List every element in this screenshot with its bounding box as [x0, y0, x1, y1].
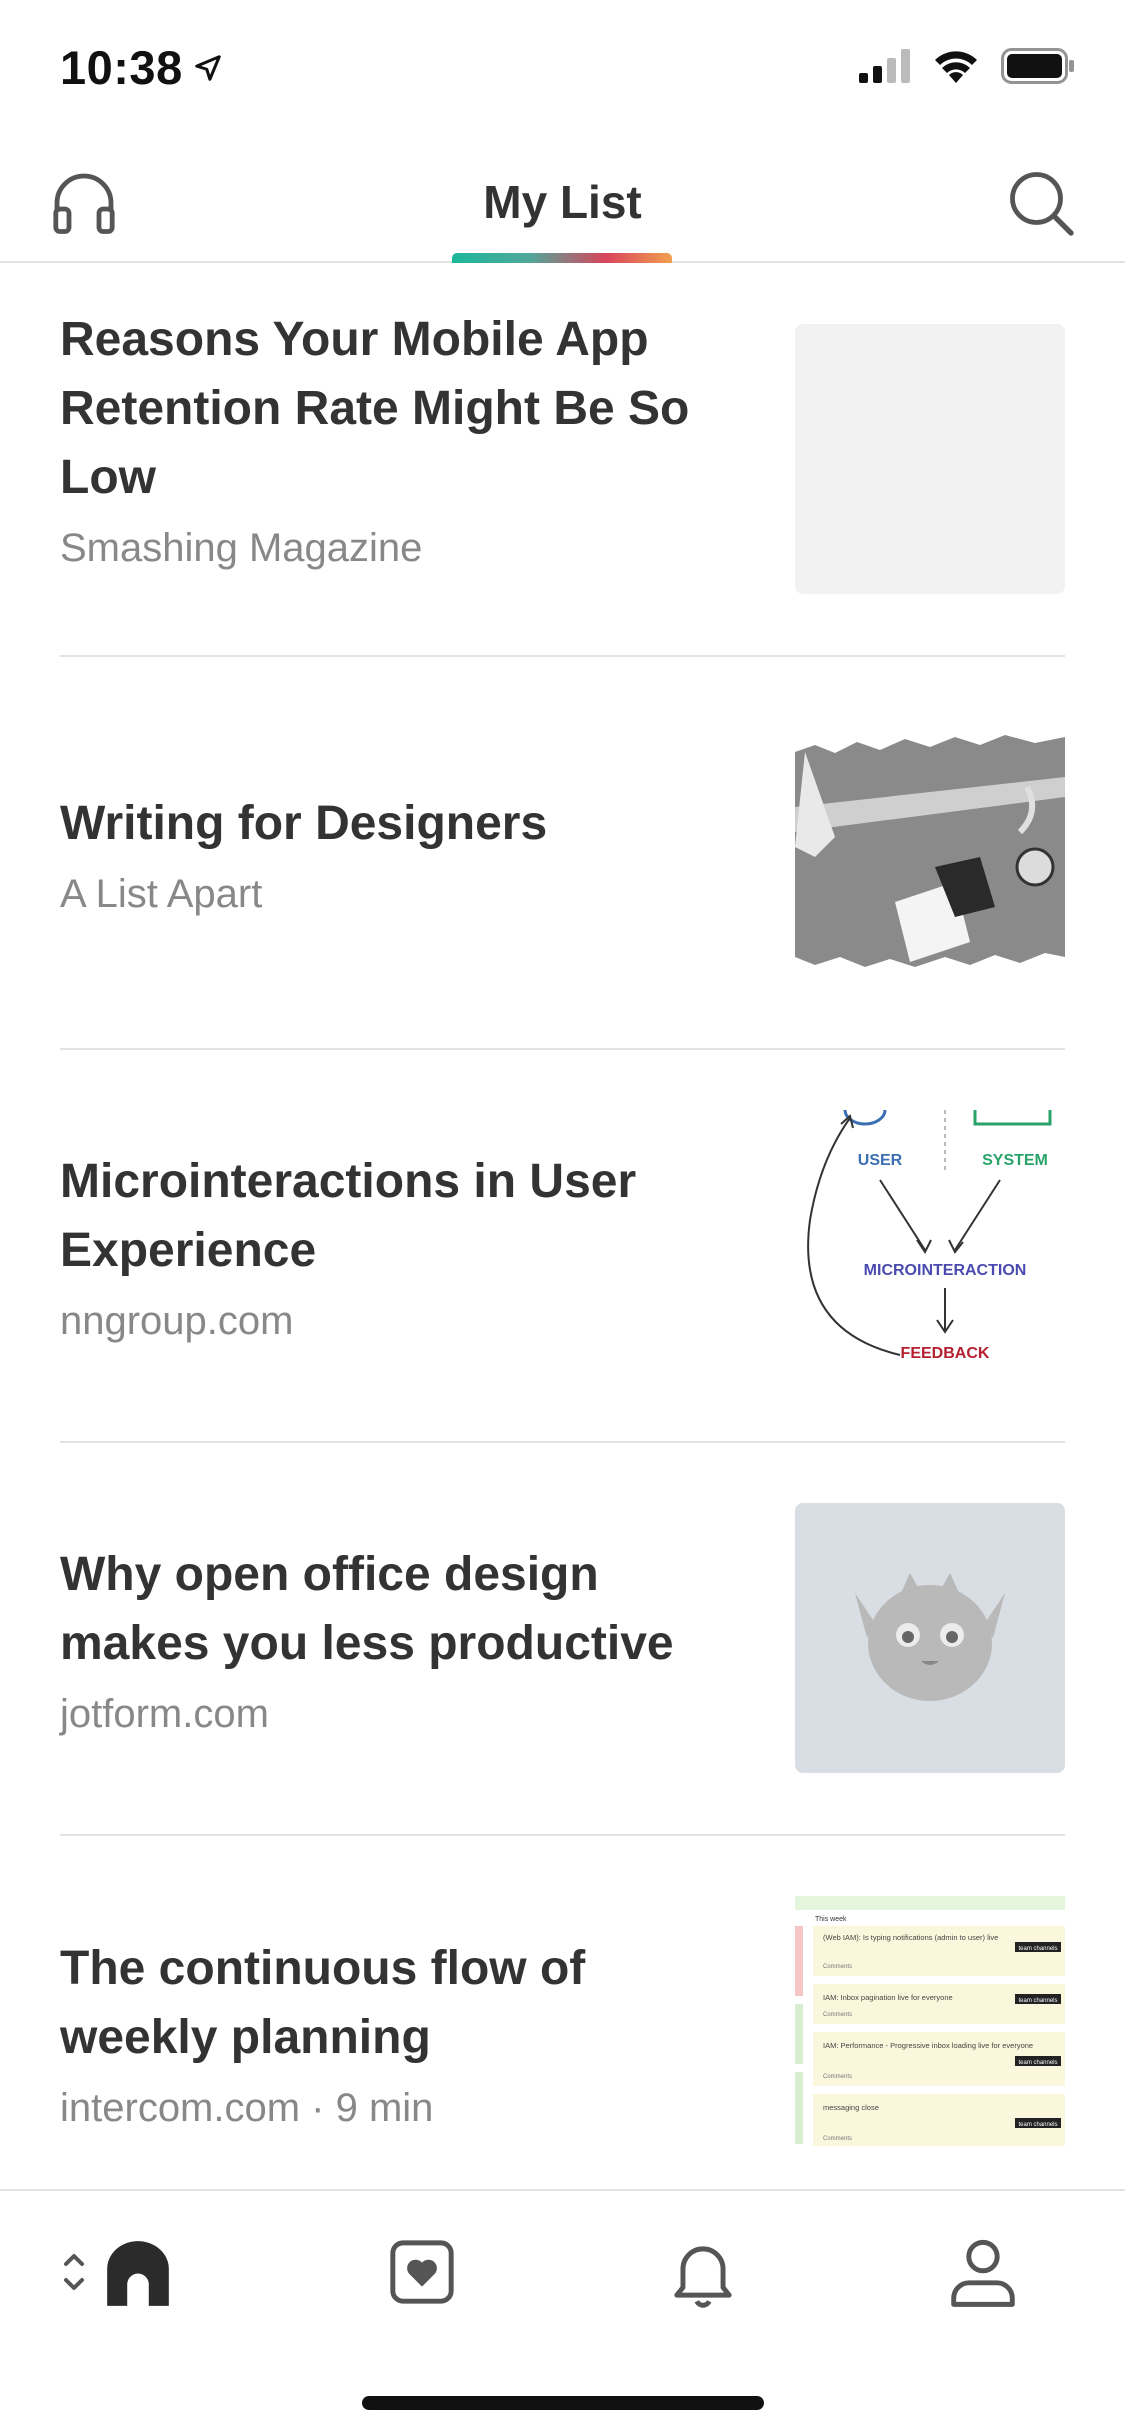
article-thumbnail: USER SYSTEM MICROINTERACTION FEEDBACK	[795, 1110, 1065, 1380]
page-title: My List	[483, 176, 642, 228]
signal-icon	[859, 49, 910, 83]
article-thumbnail	[795, 717, 1065, 987]
article-item[interactable]: Writing for Designers A List Apart	[60, 657, 1065, 1050]
planning-row-text: IAM: Inbox pagination live for everyone	[823, 1993, 953, 2002]
status-time-text: 10:38	[60, 41, 183, 94]
diagram-user-label: USER	[858, 1152, 903, 1169]
planning-row-text: (Web IAM): Is typing notifications (admi…	[823, 1933, 998, 1942]
active-tab-indicator	[452, 253, 672, 263]
nav-profile[interactable]	[943, 2227, 1023, 2317]
expand-icon	[64, 2254, 84, 2290]
wifi-icon	[935, 51, 977, 83]
status-bar: 10:38	[0, 0, 1125, 135]
planning-row-comments: Comments	[823, 1964, 852, 1970]
planning-week-label: This week	[815, 1916, 847, 1923]
planning-row-tag: team channels	[1018, 2060, 1057, 2066]
search-icon	[1010, 172, 1074, 236]
article-source: Smashing Magazine	[60, 526, 423, 570]
nav-home[interactable]	[48, 2227, 188, 2317]
article-list[interactable]: Reasons Your Mobile App Retention Rate M…	[0, 265, 1125, 2190]
article-thumbnail	[795, 1503, 1065, 1773]
diagram-feedback-label: FEEDBACK	[901, 1345, 990, 1362]
search-button[interactable]	[1001, 163, 1081, 243]
planning-row-comments: Comments	[823, 2012, 852, 2018]
planning-row-text: messaging close	[823, 2103, 879, 2112]
planning-row-comments: Comments	[823, 2074, 852, 2080]
location-arrow-icon	[194, 54, 221, 81]
article-source: A List Apart	[60, 871, 263, 916]
article-thumbnail	[795, 324, 1065, 594]
status-time: 10:38	[60, 40, 223, 95]
article-title[interactable]: Microinteractions in User Experience	[60, 1147, 740, 1285]
article-source: jotform.com	[60, 1692, 269, 1736]
planning-row-comments: Comments	[823, 2136, 852, 2142]
mascot-illustration	[855, 1573, 1005, 1701]
planning-row-text: IAM: Performance - Progressive inbox loa…	[823, 2041, 1033, 2050]
nav-favorites[interactable]	[382, 2227, 462, 2317]
article-title[interactable]: The continuous flow of weekly planning	[60, 1934, 740, 2072]
planning-screenshot: This week (Web IAM): Is typing notificat…	[795, 1896, 1065, 2146]
article-item[interactable]: Why open office design makes you less pr…	[60, 1443, 1065, 1836]
planning-row-tag: team channels	[1018, 2122, 1057, 2128]
article-source: intercom.com · 9 min	[60, 2086, 434, 2130]
planning-row-tag: team channels	[1018, 1998, 1057, 2004]
app-header: My List	[0, 135, 1125, 263]
diagram-micro-label: MICROINTERACTION	[864, 1262, 1027, 1279]
article-title[interactable]: Why open office design makes you less pr…	[60, 1540, 740, 1678]
article-thumbnail: This week (Web IAM): Is typing notificat…	[795, 1896, 1065, 2146]
microinteraction-diagram: USER SYSTEM MICROINTERACTION FEEDBACK	[807, 1110, 1052, 1362]
planning-row-tag: team channels	[1018, 1946, 1057, 1952]
notifications-icon	[674, 2246, 732, 2308]
article-title[interactable]: Reasons Your Mobile App Retention Rate M…	[60, 305, 740, 512]
diagram-system-label: SYSTEM	[982, 1152, 1048, 1169]
sketch-illustration	[795, 735, 1065, 967]
article-title[interactable]: Writing for Designers	[60, 789, 740, 858]
profile-icon	[951, 2239, 1015, 2307]
article-item[interactable]: Microinteractions in User Experience nng…	[60, 1050, 1065, 1443]
article-item[interactable]: Reasons Your Mobile App Retention Rate M…	[60, 265, 1065, 657]
article-item[interactable]: The continuous flow of weekly planning i…	[60, 1836, 1065, 2190]
home-icon	[107, 2241, 169, 2306]
nav-notifications[interactable]	[663, 2227, 743, 2317]
home-indicator[interactable]	[362, 2396, 764, 2410]
favorites-icon	[390, 2240, 454, 2304]
article-source: nngroup.com	[60, 1299, 294, 1343]
battery-icon	[1001, 48, 1074, 84]
